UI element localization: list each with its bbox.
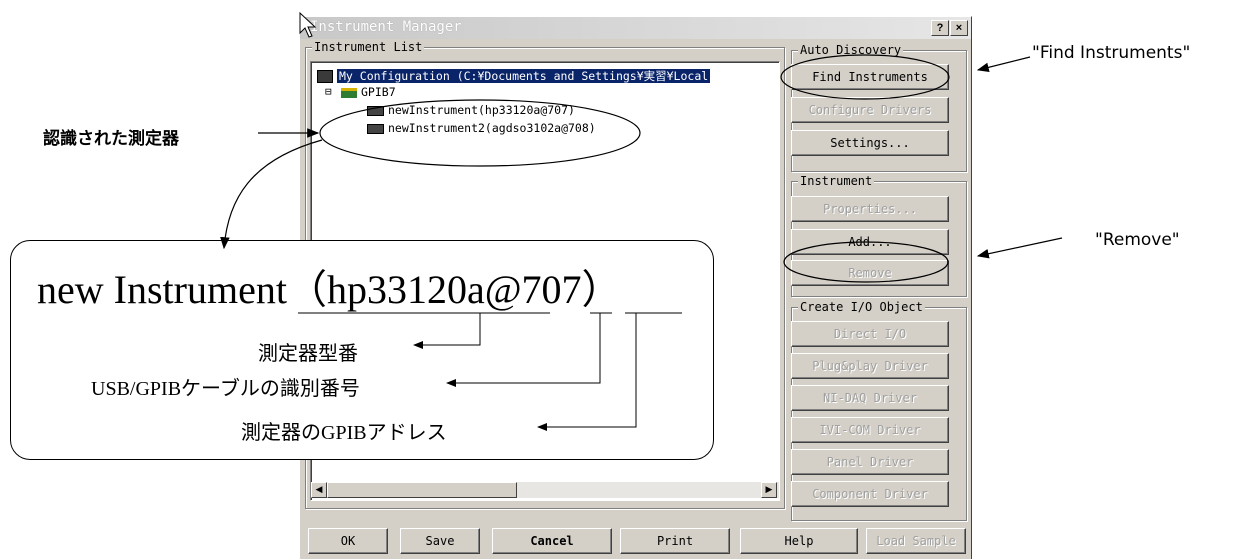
save-button[interactable]: Save	[400, 528, 480, 554]
cancel-button[interactable]: Cancel	[492, 528, 612, 554]
configure-drivers-button[interactable]: Configure Drivers	[791, 97, 949, 123]
scroll-thumb[interactable]	[327, 482, 517, 498]
find-instruments-button[interactable]: Find Instruments	[791, 64, 949, 90]
print-button[interactable]: Print	[620, 528, 730, 554]
find-instruments-annotation: "Find Instruments"	[1032, 43, 1191, 63]
instrument-label: Instrument	[798, 173, 875, 189]
component-driver-button[interactable]: Component Driver	[791, 481, 949, 507]
settings-button[interactable]: Settings...	[791, 130, 949, 156]
load-sample-button[interactable]: Load Sample	[866, 528, 966, 554]
scroll-right-icon[interactable]: ▶	[761, 482, 777, 498]
instrument-icon	[367, 105, 384, 116]
title-bar[interactable]: Instrument Manager ? ×	[300, 17, 971, 39]
help-button[interactable]: Help	[740, 528, 858, 554]
auto-discovery-label: Auto Discovery	[798, 42, 904, 58]
computer-icon	[317, 70, 333, 83]
tree-node-instrument2-label: newInstrument2(agdso3102a@708)	[388, 121, 596, 135]
tree-node-root[interactable]: My Configuration (C:¥Documents and Setti…	[317, 68, 711, 84]
gpib-card-icon	[341, 87, 357, 98]
ivi-com-driver-button[interactable]: IVI-COM Driver	[791, 417, 949, 443]
create-io-label: Create I/O Object	[798, 299, 925, 315]
properties-button[interactable]: Properties...	[791, 196, 949, 222]
instrument-list-label: Instrument List	[312, 39, 425, 55]
recognized-instruments-label: 認識された測定器	[43, 129, 179, 149]
remove-button[interactable]: Remove	[791, 260, 949, 286]
tree-node-instrument[interactable]: newInstrument(hp33120a@707)	[367, 102, 575, 118]
tree-node-gpib[interactable]: GPIB7	[341, 84, 396, 100]
tree-node-instrument-label: newInstrument(hp33120a@707)	[388, 103, 575, 117]
instrument-icon	[367, 123, 384, 134]
callout-box: new Instrument（hp33120a@707） 測定器型番 USB/G…	[10, 240, 714, 460]
plug-play-driver-button[interactable]: Plug&play Driver	[791, 353, 949, 379]
callout-instrument-name: new Instrument（hp33120a@707）	[37, 267, 622, 312]
add-button[interactable]: Add...	[791, 229, 949, 255]
callout-address-label: 測定器のGPIBアドレス	[241, 422, 447, 444]
tree-node-instrument2[interactable]: newInstrument2(agdso3102a@708)	[367, 120, 596, 136]
remove-annotation: "Remove"	[1095, 230, 1180, 250]
callout-usb-gpib-label: USB/GPIBケーブルの識別番号	[91, 378, 360, 400]
direct-io-button[interactable]: Direct I/O	[791, 321, 949, 347]
find-arrow	[976, 56, 1031, 73]
remove-arrow	[976, 237, 1063, 259]
tree-node-root-label: My Configuration (C:¥Documents and Setti…	[337, 69, 711, 83]
callout-model-label: 測定器型番	[258, 343, 358, 365]
scroll-left-icon[interactable]: ◀	[311, 482, 327, 498]
horizontal-scrollbar[interactable]: ◀ ▶	[311, 482, 779, 498]
panel-driver-button[interactable]: Panel Driver	[791, 449, 949, 475]
ni-daq-driver-button[interactable]: NI-DAQ Driver	[791, 385, 949, 411]
tree-node-gpib-label: GPIB7	[361, 85, 396, 99]
ok-button[interactable]: OK	[308, 528, 388, 554]
close-icon[interactable]: ×	[950, 20, 968, 36]
help-icon[interactable]: ?	[931, 20, 949, 36]
tree-expander[interactable]: ⊟	[325, 84, 332, 100]
window-title: Instrument Manager	[310, 19, 462, 35]
